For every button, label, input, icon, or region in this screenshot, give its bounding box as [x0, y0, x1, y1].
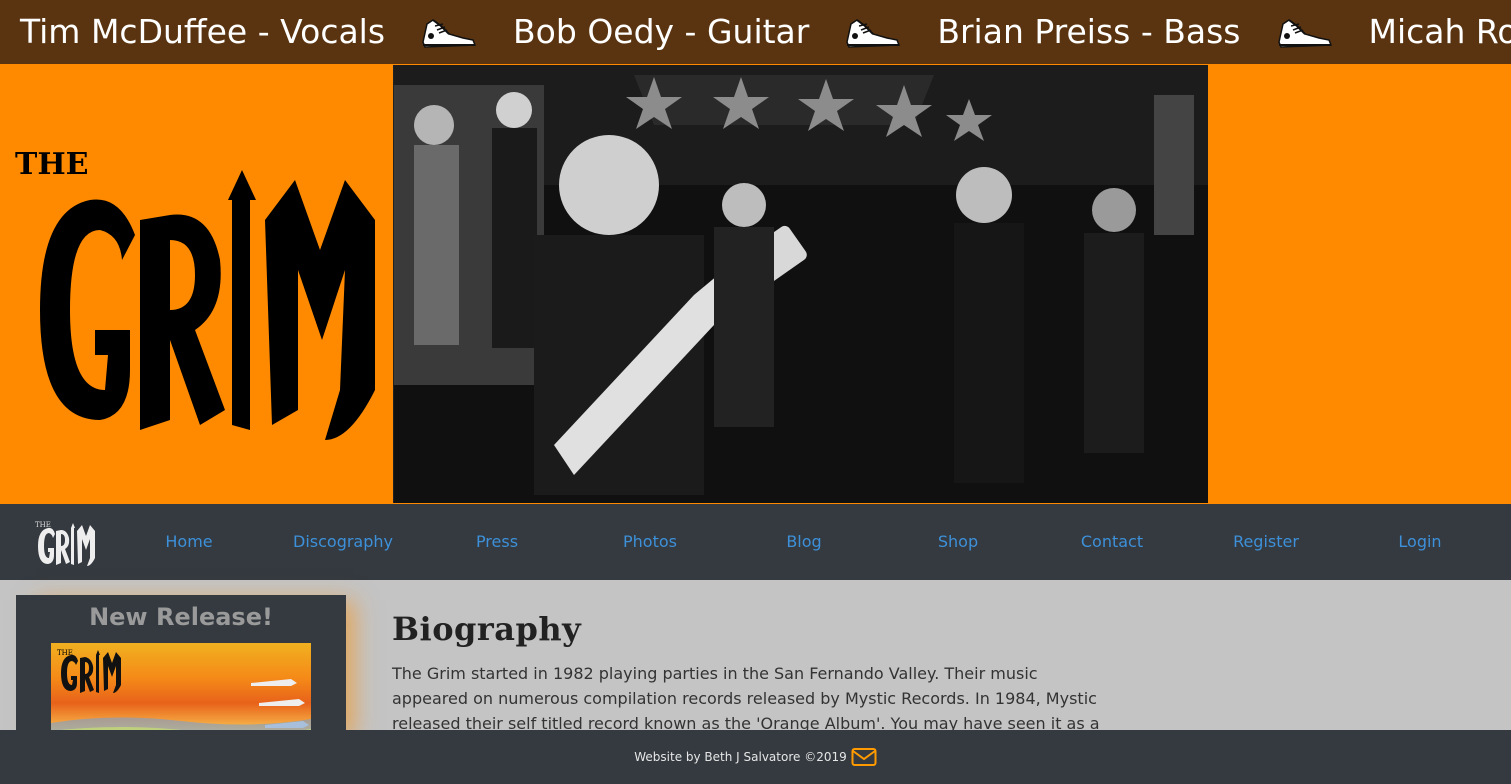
envelope-icon[interactable]: [851, 747, 877, 767]
sneaker-icon: [419, 12, 479, 52]
band-logo: THE: [10, 140, 385, 450]
svg-text:THE: THE: [35, 521, 51, 529]
nav-link-contact[interactable]: Contact: [1042, 504, 1182, 580]
main-navbar: THE Home Discography Press Photos Blog S…: [0, 504, 1511, 580]
nav-link-blog[interactable]: Blog: [734, 504, 874, 580]
nav-link-shop[interactable]: Shop: [888, 504, 1028, 580]
grim-logo-icon[interactable]: THE: [34, 518, 98, 568]
header-banner: THE: [0, 64, 1511, 504]
sneaker-icon: [1275, 12, 1335, 52]
new-release-card: New Release! THE: [16, 595, 346, 745]
sneaker-icon: [843, 12, 903, 52]
ticker-member-bass: Brian Preiss - Bass: [937, 12, 1241, 51]
ticker-member-vocals: Tim McDuffee - Vocals: [20, 12, 386, 51]
site-footer: Website by Beth J Salvatore ©2019: [0, 730, 1511, 784]
ticker-member-guitar: Bob Oedy - Guitar: [513, 12, 810, 51]
members-ticker: Tim McDuffee - Vocals Bob Oedy - Guitar …: [0, 0, 1511, 64]
page-title: Biography: [392, 610, 582, 648]
new-release-title: New Release!: [89, 603, 273, 631]
ticker-member-drums: Micah Rosellini - Drums: [1368, 12, 1511, 51]
nav-link-photos[interactable]: Photos: [580, 504, 720, 580]
nav-link-press[interactable]: Press: [427, 504, 567, 580]
nav-link-register[interactable]: Register: [1196, 504, 1336, 580]
ticker-track: Tim McDuffee - Vocals Bob Oedy - Guitar …: [20, 0, 1511, 64]
album-cover[interactable]: THE: [51, 643, 311, 743]
nav-link-home[interactable]: Home: [119, 504, 259, 580]
footer-credit: Website by Beth J Salvatore ©2019: [634, 750, 847, 764]
band-live-photo: [393, 65, 1208, 503]
svg-text:THE: THE: [15, 147, 89, 182]
nav-link-discography[interactable]: Discography: [273, 504, 413, 580]
nav-link-login[interactable]: Login: [1350, 504, 1490, 580]
